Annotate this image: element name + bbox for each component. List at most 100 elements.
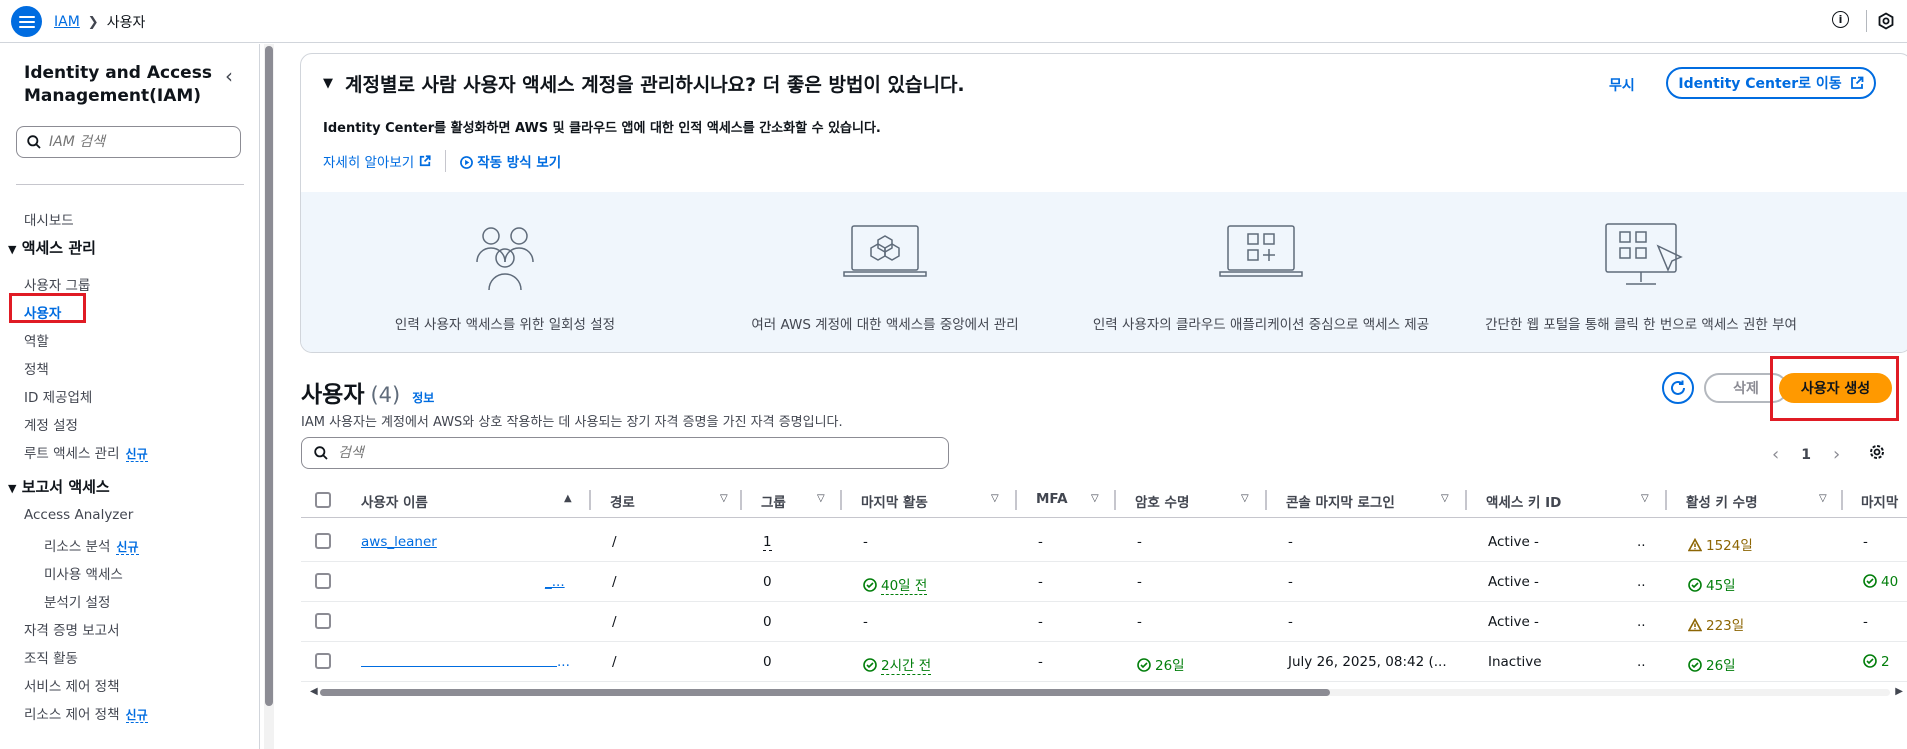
collapse-sidebar-icon[interactable]: ‹ [225,64,233,88]
column-divider[interactable] [1465,490,1467,510]
table-row[interactable]: ... / 0 2시간 전 - 26일 July 26, 2025, 08:42… [301,642,1907,682]
dismiss-button[interactable]: 무시 [1609,75,1635,95]
sidebar-item-analyzer-settings[interactable]: 분석기 설정 [44,591,110,611]
header-console-login[interactable]: 콘솔 마지막 로그인 [1286,491,1395,511]
column-divider[interactable] [589,490,591,510]
info-link[interactable]: 정보 [412,389,434,406]
scroll-thumb[interactable] [320,689,1330,696]
sidebar-item-policies[interactable]: 정책 [24,358,49,378]
sort-icon[interactable]: ▽ [991,493,999,504]
iam-search-input[interactable] [49,134,219,150]
user-name-link[interactable]: aws_leaner [361,534,437,550]
check-circle-icon [1863,654,1877,668]
sort-icon[interactable]: ▽ [1819,493,1827,504]
current-page[interactable]: 1 [1801,447,1811,463]
banner-heading[interactable]: ▼ 계정별로 사람 사용자 액세스 계정을 관리하시나요? 더 좋은 방법이 있… [323,70,965,97]
sidebar-item-org-activity[interactable]: 조직 활동 [24,647,78,667]
cell-access-key-tail: .. [1637,574,1646,590]
header-groups[interactable]: 그룹 [761,491,786,511]
sort-icon[interactable]: ▽ [1091,493,1099,504]
cell-last-activity: 2시간 전 [863,654,932,675]
user-name-link[interactable]: _... [545,574,565,590]
how-it-works-link[interactable]: 작동 방식 보기 [459,151,561,171]
header-last-activity[interactable]: 마지막 활동 [861,491,928,511]
sort-icon[interactable]: ▽ [1441,493,1449,504]
iam-search[interactable] [16,126,241,158]
header-access-key[interactable]: 액세스 키 ID [1486,491,1561,511]
menu-button[interactable] [11,6,42,37]
sort-icon[interactable]: ▽ [720,493,728,504]
cell-path: / [612,574,617,590]
column-divider[interactable] [1665,490,1667,510]
row-checkbox[interactable] [315,653,331,669]
sidebar-item-unused-access[interactable]: 미사용 액세스 [44,563,123,583]
gear-icon[interactable] [1868,443,1886,461]
redaction [1541,566,1633,598]
cell-last-activity: 40일 전 [863,574,928,595]
sidebar-item-user-groups[interactable]: 사용자 그룹 [24,274,90,294]
cell-groups: 0 [763,654,772,670]
sidebar-item-resource-analysis[interactable]: 리소스 분석 신규 [44,535,139,555]
scroll-right-icon[interactable]: ▶ [1895,686,1903,697]
sidebar-section-reports[interactable]: ▼ 보고서 액세스 [8,476,110,497]
sort-icon[interactable]: ▽ [1641,493,1649,504]
header-path[interactable]: 경로 [610,491,635,511]
row-checkbox[interactable] [315,613,331,629]
settings-hex-icon[interactable] [1877,12,1895,30]
sort-asc-icon[interactable]: ▲ [564,493,572,504]
sidebar-item-scp[interactable]: 서비스 제어 정책 [24,675,120,695]
sidebar-item-access-analyzer[interactable]: Access Analyzer [24,507,133,523]
sidebar-divider [16,184,244,185]
table-search[interactable] [301,437,949,469]
sidebar-scroll-thumb[interactable] [265,46,273,706]
column-divider[interactable] [740,490,742,510]
search-icon [27,135,41,149]
caret-down-icon: ▼ [323,76,333,91]
user-name-link[interactable]: ... [557,654,570,670]
column-divider[interactable] [1265,490,1267,510]
breadcrumb-iam[interactable]: IAM [54,14,80,30]
header-password-age[interactable]: 암호 수명 [1135,491,1189,511]
cell-mfa: - [1038,654,1043,670]
column-divider[interactable] [1841,490,1843,510]
sort-icon[interactable]: ▽ [817,493,825,504]
header-last[interactable]: 마지막 [1861,491,1898,511]
go-to-identity-center-button[interactable]: Identity Center로 이동 [1666,67,1876,99]
column-divider[interactable] [1114,490,1116,510]
refresh-button[interactable] [1662,372,1694,404]
table-horizontal-scrollbar[interactable]: ◀ ▶ [310,686,1907,698]
sidebar-item-dashboard[interactable]: 대시보드 [24,209,74,229]
select-all-checkbox[interactable] [315,492,331,508]
row-checkbox[interactable] [315,573,331,589]
header-user-name[interactable]: 사용자 이름 [361,491,428,511]
column-divider[interactable] [1015,490,1017,510]
new-badge: 신규 [125,708,148,723]
sidebar-item-roles[interactable]: 역할 [24,330,49,350]
learn-more-link[interactable]: 자세히 알아보기 [323,151,431,171]
cell-path: / [612,654,617,670]
table-row[interactable]: / 0 - - - - Active - .. 223일 - [301,602,1907,642]
prev-page-icon[interactable]: ‹ [1772,444,1779,465]
next-page-icon[interactable]: › [1833,444,1840,465]
last-activity-value[interactable]: 2시간 전 [881,658,932,675]
column-divider[interactable] [840,490,842,510]
row-checkbox[interactable] [315,533,331,549]
table-search-input[interactable] [338,445,898,461]
table-row[interactable]: aws_leaner / 1 - - - - Active - .. 1524일… [301,522,1907,562]
info-icon[interactable]: i [1832,11,1849,28]
sidebar-section-access[interactable]: ▼ 액세스 관리 [8,237,96,258]
sidebar-title: Identity and Access Management(IAM) [24,63,212,106]
sidebar-item-root-access[interactable]: 루트 액세스 관리 신규 [24,442,148,462]
cell-groups[interactable]: 1 [763,534,772,551]
header-key-age[interactable]: 활성 키 수명 [1686,491,1758,511]
sort-icon[interactable]: ▽ [1241,493,1249,504]
sidebar-item-idp[interactable]: ID 제공업체 [24,386,92,406]
header-mfa[interactable]: MFA [1036,491,1068,507]
sidebar-item-account-settings[interactable]: 계정 설정 [24,414,78,434]
sidebar-item-rcp[interactable]: 리소스 제어 정책 신규 [24,703,148,723]
cell-access-key: Active - [1488,574,1539,590]
scroll-left-icon[interactable]: ◀ [310,686,318,697]
sidebar-item-credential-report[interactable]: 자격 증명 보고서 [24,619,120,639]
table-row[interactable]: _... / 0 40일 전 - - - Active - .. 45일 40 [301,562,1907,602]
last-activity-value[interactable]: 40일 전 [881,578,928,595]
